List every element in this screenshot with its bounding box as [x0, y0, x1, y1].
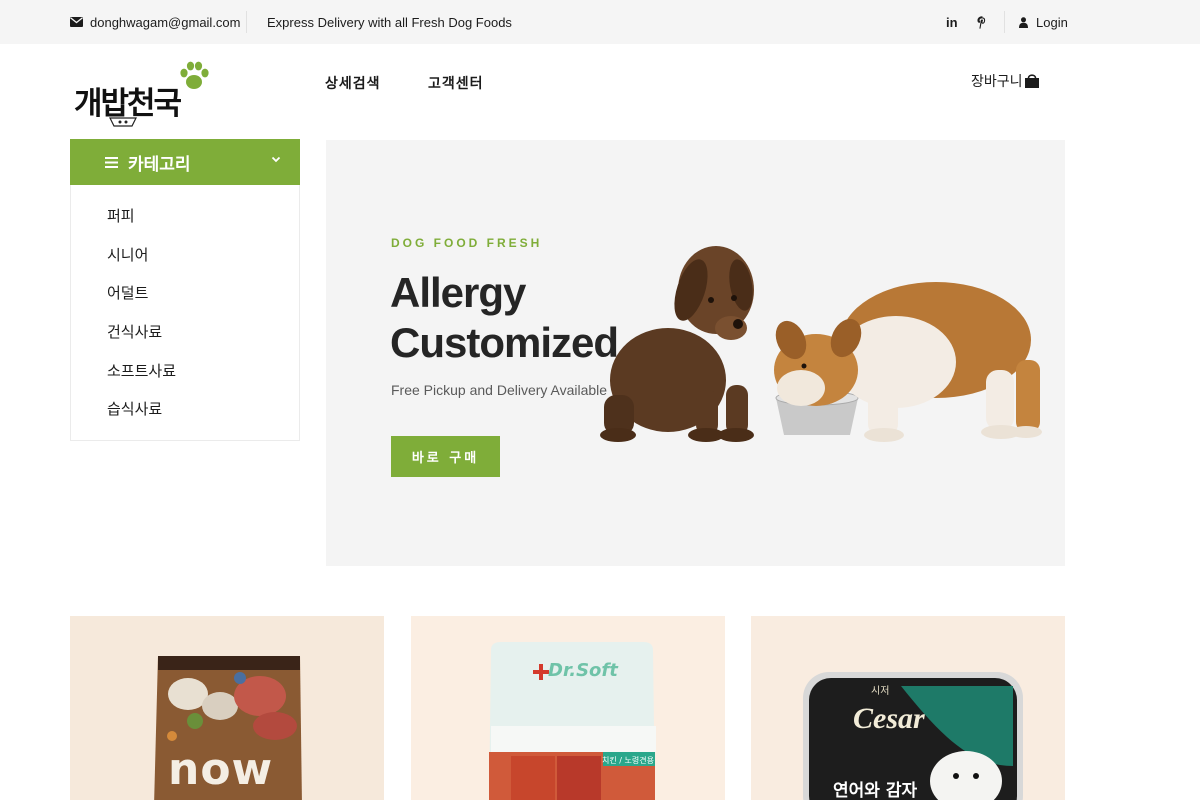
hero-subtitle: Free Pickup and Delivery Available [391, 382, 608, 398]
user-icon [1019, 16, 1028, 28]
category-title: 카테고리 [128, 154, 191, 175]
bowl-icon [109, 112, 137, 131]
pinterest-icon[interactable] [977, 0, 987, 44]
hero-eyebrow: DOG FOOD FRESH [391, 236, 543, 250]
product-card[interactable]: 시저 Cesar 연어와 감자 [751, 616, 1065, 800]
top-bar: donghwagam@gmail.com Express Delivery wi… [0, 0, 1200, 44]
dogs-image [596, 220, 1046, 449]
buy-now-button[interactable]: 바로 구매 [391, 436, 500, 477]
email-text: donghwagam@gmail.com [90, 14, 241, 30]
product-pack-text: now [168, 744, 274, 795]
product-pack-text: Dr.Soft [548, 660, 618, 681]
divider [246, 11, 247, 33]
hero-title-line2: Customized [390, 319, 619, 366]
login-label: Login [1036, 14, 1068, 30]
nav-customer-center[interactable]: 고객센터 [428, 73, 484, 93]
dr-soft-bag-image [489, 642, 656, 800]
linkedin-icon[interactable]: in [946, 0, 958, 44]
category-item-dry-food[interactable]: 건식사료 [107, 321, 162, 342]
nav-detail-search[interactable]: 상세검색 [325, 73, 381, 93]
divider [1004, 11, 1005, 33]
paw-icon [177, 60, 211, 96]
hero-title: Allergy Customized [390, 268, 619, 368]
menu-icon [105, 156, 118, 168]
product-card[interactable]: now [70, 616, 384, 800]
shopping-bag-icon [1024, 73, 1040, 89]
product-korean-brand: 시저 [871, 686, 890, 697]
hero-title-line1: Allergy [390, 269, 526, 316]
category-list: 퍼피 시니어 어덜트 건식사료 소프트사료 습식사료 [70, 185, 300, 441]
product-flavor: 연어와 감자 [833, 781, 918, 800]
cart-label: 장바구니 [971, 74, 1023, 90]
login-link[interactable]: Login [1019, 0, 1068, 44]
category-item-senior[interactable]: 시니어 [107, 244, 148, 265]
logo[interactable]: 개밥천국 [74, 58, 214, 127]
product-pack-text: Cesar [853, 702, 925, 735]
email-contact[interactable]: donghwagam@gmail.com [70, 0, 241, 44]
category-item-puppy[interactable]: 퍼피 [107, 205, 135, 226]
envelope-icon [70, 17, 83, 27]
category-item-soft-food[interactable]: 소프트사료 [107, 360, 176, 381]
category-item-adult[interactable]: 어덜트 [107, 282, 148, 303]
hero-banner: DOG FOOD FRESH Allergy Customized Free P… [326, 140, 1065, 566]
product-card[interactable]: Dr.Soft 치킨 / 노령견용 [411, 616, 725, 800]
category-item-wet-food[interactable]: 습식사료 [107, 398, 162, 419]
chevron-down-icon [271, 156, 281, 163]
cart-link[interactable]: 장바구니 [971, 71, 1040, 91]
promo-text: Express Delivery with all Fresh Dog Food… [267, 14, 512, 30]
product-pack-tag: 치킨 / 노령견용 [602, 756, 654, 765]
category-toggle[interactable]: 카테고리 [70, 139, 300, 185]
